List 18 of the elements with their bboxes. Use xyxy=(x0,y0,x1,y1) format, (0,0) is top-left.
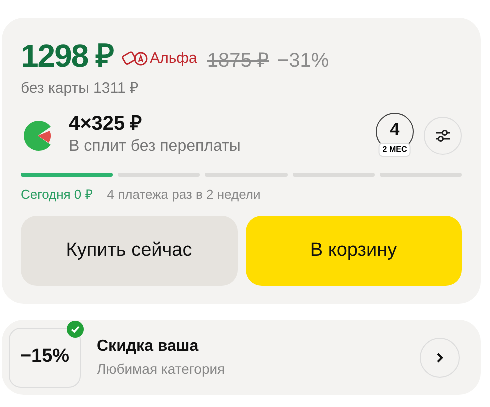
sliders-icon xyxy=(435,128,451,142)
payment-schedule: 4 платежа раз в 2 недели xyxy=(107,186,261,204)
promo-subtitle: Любимая категория xyxy=(97,360,226,379)
promo-title: Скидка ваша xyxy=(97,337,200,357)
current-price: 1298 ₽ xyxy=(21,37,114,76)
add-to-cart-button[interactable]: В корзину xyxy=(246,216,462,286)
old-price: 1875 ₽ xyxy=(207,49,270,74)
discount-percent: −31% xyxy=(277,49,330,74)
split-amount: 4×325 ₽ xyxy=(69,112,144,134)
chevron-right-icon xyxy=(436,352,444,364)
period-badge: 2 МЕС xyxy=(378,142,412,156)
bank-label: Альфа xyxy=(150,48,198,69)
no-card-price-label: без карты 1311 ₽ xyxy=(21,79,140,99)
settings-button[interactable] xyxy=(424,116,462,154)
today-amount: Сегодня 0 ₽ xyxy=(21,186,94,204)
card-icon xyxy=(122,51,148,67)
split-caption: В сплит без переплаты xyxy=(69,136,241,156)
buy-now-button[interactable]: Купить сейчас xyxy=(21,216,238,286)
